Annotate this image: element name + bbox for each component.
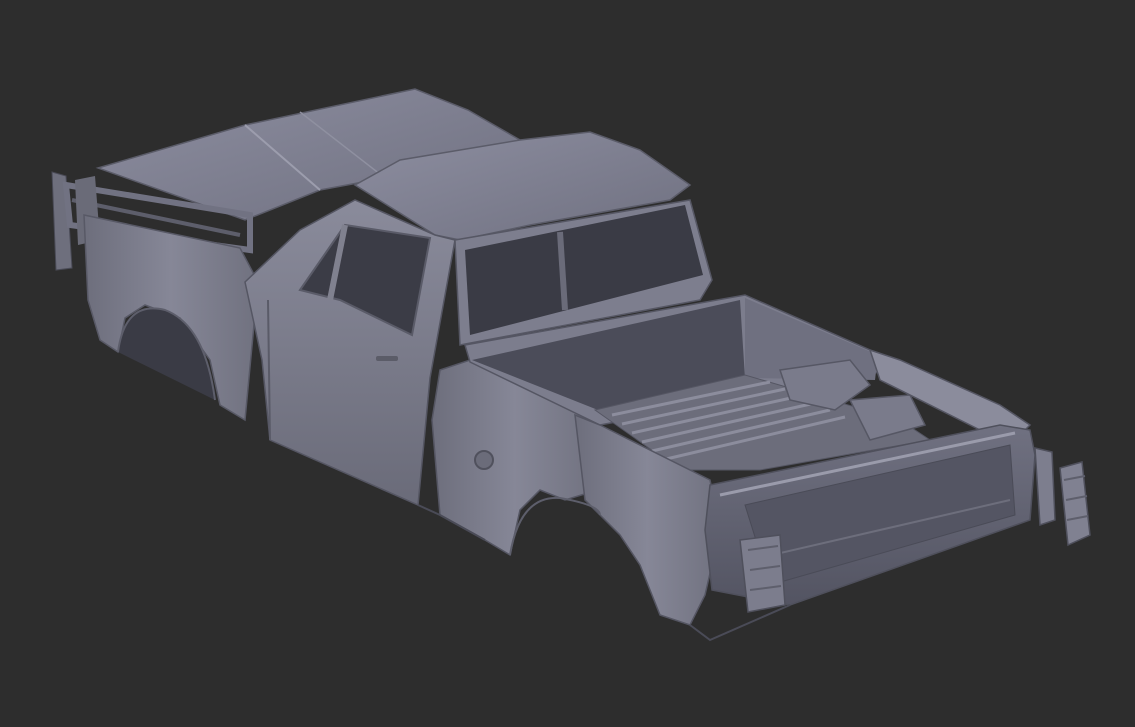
cab-door	[244, 199, 456, 507]
front-fender	[83, 214, 259, 422]
truck-model-render	[51, 88, 1091, 642]
tail-light-right	[1034, 447, 1091, 547]
tail-light-left	[739, 534, 786, 613]
3d-viewport[interactable]	[0, 0, 1135, 727]
